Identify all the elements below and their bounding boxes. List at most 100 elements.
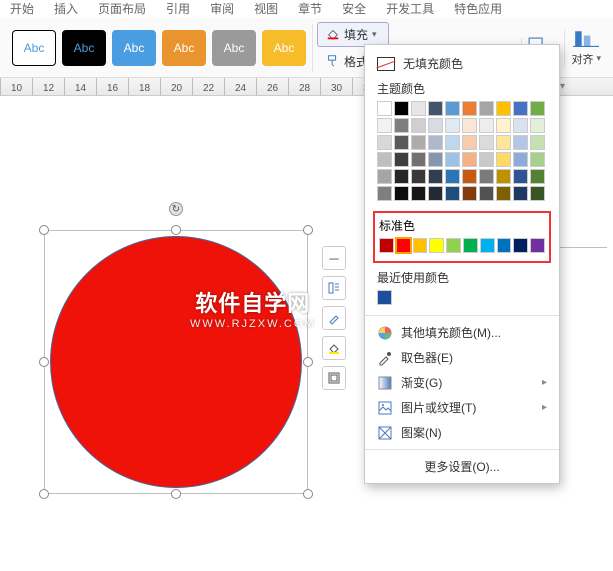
- color-swatch[interactable]: [394, 152, 409, 167]
- color-swatch[interactable]: [513, 101, 528, 116]
- eyedropper-option[interactable]: 取色器(E): [365, 345, 559, 370]
- color-swatch[interactable]: [446, 238, 461, 253]
- menu-item[interactable]: 章节: [298, 0, 322, 17]
- color-swatch[interactable]: [428, 169, 443, 184]
- color-swatch[interactable]: [463, 238, 478, 253]
- color-swatch[interactable]: [479, 152, 494, 167]
- menu-item[interactable]: 特色应用: [454, 0, 502, 17]
- shape-style-4[interactable]: Abc: [162, 30, 206, 66]
- resize-handle-nw[interactable]: [39, 225, 49, 235]
- resize-handle-n[interactable]: [171, 225, 181, 235]
- rotation-handle[interactable]: ↻: [169, 202, 183, 216]
- color-swatch[interactable]: [428, 101, 443, 116]
- more-settings-option[interactable]: 更多设置(O)...: [365, 454, 559, 479]
- menu-item[interactable]: 引用: [166, 0, 190, 17]
- color-swatch[interactable]: [411, 118, 426, 133]
- color-swatch[interactable]: [479, 118, 494, 133]
- color-swatch[interactable]: [462, 152, 477, 167]
- color-swatch[interactable]: [379, 238, 394, 253]
- color-swatch[interactable]: [479, 169, 494, 184]
- color-swatch[interactable]: [479, 101, 494, 116]
- color-swatch[interactable]: [396, 238, 411, 253]
- color-swatch[interactable]: [394, 118, 409, 133]
- color-swatch[interactable]: [513, 135, 528, 150]
- circle-shape[interactable]: [50, 236, 302, 488]
- color-swatch[interactable]: [394, 186, 409, 201]
- pattern-option[interactable]: 图案(N): [365, 420, 559, 445]
- selected-shape-frame[interactable]: ↻: [44, 230, 308, 494]
- menu-item[interactable]: 审阅: [210, 0, 234, 17]
- color-swatch[interactable]: [445, 118, 460, 133]
- more-fill-colors-option[interactable]: 其他填充颜色(M)...: [365, 320, 559, 345]
- color-swatch[interactable]: [530, 135, 545, 150]
- color-swatch[interactable]: [428, 135, 443, 150]
- pen-tool-button[interactable]: [322, 306, 346, 330]
- shape-style-2[interactable]: Abc: [62, 30, 106, 66]
- color-swatch[interactable]: [394, 135, 409, 150]
- color-swatch[interactable]: [462, 135, 477, 150]
- color-swatch[interactable]: [377, 186, 392, 201]
- color-swatch[interactable]: [496, 152, 511, 167]
- menu-item[interactable]: 视图: [254, 0, 278, 17]
- resize-handle-se[interactable]: [303, 489, 313, 499]
- outline-tool-button[interactable]: [322, 366, 346, 390]
- color-swatch[interactable]: [496, 186, 511, 201]
- color-swatch[interactable]: [513, 169, 528, 184]
- color-swatch[interactable]: [496, 169, 511, 184]
- color-swatch[interactable]: [428, 186, 443, 201]
- color-swatch[interactable]: [377, 135, 392, 150]
- color-swatch[interactable]: [496, 101, 511, 116]
- color-swatch[interactable]: [479, 186, 494, 201]
- shape-style-5[interactable]: Abc: [212, 30, 256, 66]
- color-swatch[interactable]: [377, 152, 392, 167]
- color-swatch[interactable]: [377, 101, 392, 116]
- color-swatch[interactable]: [496, 135, 511, 150]
- color-swatch[interactable]: [377, 290, 392, 305]
- no-fill-option[interactable]: 无填充颜色: [365, 51, 559, 76]
- color-swatch[interactable]: [462, 101, 477, 116]
- color-swatch[interactable]: [411, 152, 426, 167]
- menu-item[interactable]: 插入: [54, 0, 78, 17]
- color-swatch[interactable]: [530, 169, 545, 184]
- zoom-out-button[interactable]: －: [322, 246, 346, 270]
- color-swatch[interactable]: [377, 118, 392, 133]
- resize-handle-ne[interactable]: [303, 225, 313, 235]
- gradient-option[interactable]: 渐变(G) ▸: [365, 370, 559, 395]
- layout-options-button[interactable]: [322, 276, 346, 300]
- color-swatch[interactable]: [411, 186, 426, 201]
- color-swatch[interactable]: [496, 118, 511, 133]
- color-swatch[interactable]: [530, 152, 545, 167]
- color-swatch[interactable]: [530, 186, 545, 201]
- align-icon[interactable]: [573, 29, 599, 49]
- resize-handle-s[interactable]: [171, 489, 181, 499]
- color-swatch[interactable]: [445, 186, 460, 201]
- color-swatch[interactable]: [480, 238, 495, 253]
- menu-item[interactable]: 页面布局: [98, 0, 146, 17]
- color-swatch[interactable]: [428, 152, 443, 167]
- color-swatch[interactable]: [394, 169, 409, 184]
- color-swatch[interactable]: [462, 118, 477, 133]
- color-swatch[interactable]: [497, 238, 512, 253]
- shape-style-3[interactable]: Abc: [112, 30, 156, 66]
- color-swatch[interactable]: [411, 169, 426, 184]
- menu-item[interactable]: 开始: [10, 0, 34, 17]
- fill-button[interactable]: 填充 ▾: [317, 22, 389, 47]
- color-swatch[interactable]: [445, 101, 460, 116]
- color-swatch[interactable]: [513, 152, 528, 167]
- color-swatch[interactable]: [513, 186, 528, 201]
- color-swatch[interactable]: [530, 118, 545, 133]
- menu-item[interactable]: 开发工具: [386, 0, 434, 17]
- resize-handle-sw[interactable]: [39, 489, 49, 499]
- color-swatch[interactable]: [428, 118, 443, 133]
- color-swatch[interactable]: [530, 238, 545, 253]
- ruler-indent-marker[interactable]: ▾: [560, 81, 565, 92]
- resize-handle-w[interactable]: [39, 357, 49, 367]
- color-swatch[interactable]: [429, 238, 444, 253]
- color-swatch[interactable]: [462, 169, 477, 184]
- color-swatch[interactable]: [513, 238, 528, 253]
- color-swatch[interactable]: [445, 152, 460, 167]
- align-label[interactable]: 对齐▾: [571, 51, 601, 67]
- menu-item[interactable]: 安全: [342, 0, 366, 17]
- color-swatch[interactable]: [513, 118, 528, 133]
- color-swatch[interactable]: [394, 101, 409, 116]
